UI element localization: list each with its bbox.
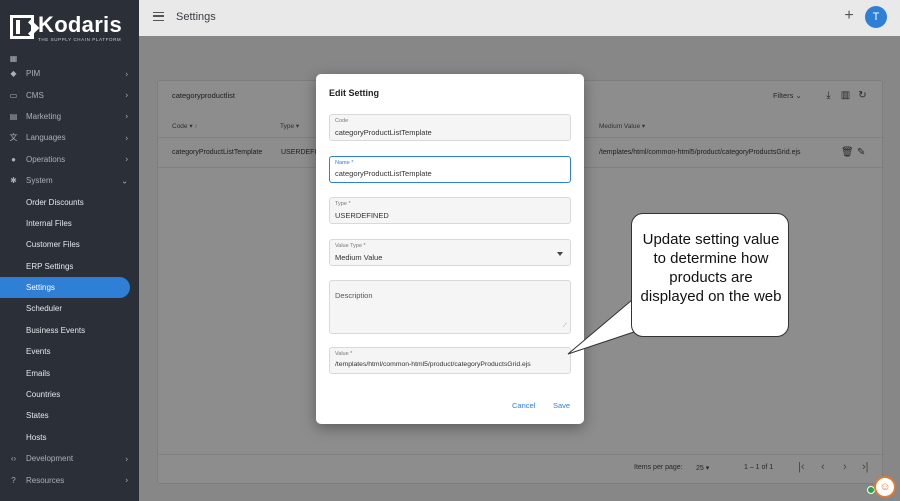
gear-icon: ✱ [10, 176, 17, 186]
field-value: Medium Value [335, 253, 383, 262]
sidebar-item-pim[interactable]: ◆ PIM › [0, 63, 139, 84]
code-field[interactable]: Code categoryProductListTemplate [329, 114, 571, 141]
chat-icon[interactable]: ☺ [874, 476, 896, 498]
kodaris-logo-icon [10, 15, 34, 39]
cancel-button[interactable]: Cancel [512, 401, 535, 410]
dropdown-arrow-icon [557, 252, 563, 256]
sidebar-subitem-customer-files[interactable]: Customer Files [0, 234, 139, 255]
tag-icon: ◆ [10, 69, 17, 79]
sidebar-item-label: Languages [26, 133, 66, 143]
monitor-icon: ▭ [9, 90, 18, 100]
logo-tagline: THE SUPPLY CHAIN PLATFORM [38, 37, 122, 42]
callout-pointer [567, 300, 640, 355]
sidebar-item-partial[interactable]: ▦ [0, 52, 139, 63]
field-label: Type * [335, 201, 351, 207]
sidebar-subitem-countries[interactable]: Countries [0, 384, 139, 405]
value-field[interactable]: Value * /templates/html/common-html5/pro… [329, 347, 571, 374]
field-label: Name * [335, 160, 354, 166]
sidebar-item-label: Development [26, 454, 74, 464]
field-label: Description [335, 291, 373, 300]
sidebar-subitem-internal-files[interactable]: Internal Files [0, 213, 139, 234]
chevron-down-icon: ⌄ [121, 176, 128, 186]
chevron-right-icon: › [125, 69, 128, 79]
chevron-right-icon: › [125, 475, 128, 485]
dialog-title: Edit Setting [329, 88, 379, 98]
chevron-right-icon: › [125, 454, 128, 464]
value-type-select[interactable]: Value Type * Medium Value [329, 239, 571, 266]
save-button[interactable]: Save [553, 401, 570, 410]
sidebar-subitem-emails[interactable]: Emails [0, 362, 139, 383]
type-field[interactable]: Type * USERDEFINED [329, 197, 571, 224]
sidebar-item-operations[interactable]: ● Operations › [0, 149, 139, 170]
code-icon: ‹› [10, 454, 17, 464]
translate-icon: 文 [9, 133, 18, 143]
chevron-right-icon: › [125, 111, 128, 121]
logo-name: Kodaris [38, 12, 123, 37]
field-value: USERDEFINED [335, 211, 389, 220]
name-field[interactable]: Name * categoryProductListTemplate [329, 156, 571, 183]
menu-icon[interactable] [153, 12, 164, 21]
avatar[interactable]: T [865, 6, 887, 28]
field-value: categoryProductListTemplate [335, 169, 432, 178]
sidebar-item-label: Marketing [26, 111, 62, 121]
sidebar-subitem-business-events[interactable]: Business Events [0, 320, 139, 341]
description-textarea[interactable]: Description ⟋ [329, 280, 571, 334]
field-value: categoryProductListTemplate [335, 128, 432, 137]
field-value: /templates/html/common-html5/product/cat… [335, 361, 531, 368]
kodaris-logo[interactable]: Kodaris THE SUPPLY CHAIN PLATFORM [10, 14, 122, 42]
field-label: Value * [335, 351, 353, 357]
edit-setting-dialog: Edit Setting Code categoryProductListTem… [316, 74, 584, 424]
page-title: Settings [176, 11, 216, 23]
sidebar-item-label: CMS [26, 90, 44, 100]
field-label: Code [335, 118, 349, 124]
sidebar-subitem-events[interactable]: Events [0, 341, 139, 362]
lightbulb-icon: ● [11, 154, 16, 164]
sidebar-item-system[interactable]: ✱ System ⌄ [0, 170, 139, 191]
sidebar-subitem-hosts[interactable]: Hosts [0, 427, 139, 448]
sidebar: Kodaris THE SUPPLY CHAIN PLATFORM ▦ ◆ PI… [0, 0, 139, 501]
sidebar-item-label: Resources [26, 475, 65, 485]
field-label: Value Type * [335, 243, 366, 249]
sidebar-item-marketing[interactable]: ▤ Marketing › [0, 106, 139, 127]
chevron-right-icon: › [125, 90, 128, 100]
sidebar-subitem-scheduler[interactable]: Scheduler [0, 298, 139, 319]
add-button[interactable]: + [842, 8, 856, 24]
card-icon: ▤ [9, 111, 18, 121]
sidebar-item-languages[interactable]: 文 Languages › [0, 127, 139, 148]
sidebar-item-label: Operations [26, 154, 66, 164]
sidebar-subitem-erp-settings[interactable]: ERP Settings [0, 256, 139, 277]
annotation-callout: Update setting value to determine how pr… [631, 213, 789, 337]
sidebar-item-label: System [26, 176, 53, 186]
sidebar-subitem-states[interactable]: States [0, 405, 139, 426]
sidebar-subitem-order-discounts[interactable]: Order Discounts [0, 191, 139, 212]
sidebar-item-cms[interactable]: ▭ CMS › [0, 84, 139, 105]
help-icon: ? [11, 475, 16, 485]
sidebar-item-label: PIM [26, 69, 41, 79]
grid-icon: ▦ [9, 54, 18, 63]
sidebar-item-development[interactable]: ‹› Development › [0, 448, 139, 469]
chevron-right-icon: › [125, 133, 128, 143]
sidebar-subitem-settings[interactable]: Settings [0, 276, 130, 299]
chevron-right-icon: › [125, 154, 128, 164]
sidebar-item-resources[interactable]: ? Resources › [0, 469, 139, 490]
sidebar-nav: ▦ ◆ PIM › ▭ CMS › ▤ Marketing › 文 Langua… [0, 52, 139, 491]
callout-text: Update setting value to determine how pr… [640, 231, 782, 305]
top-header: Settings + T [139, 0, 900, 36]
